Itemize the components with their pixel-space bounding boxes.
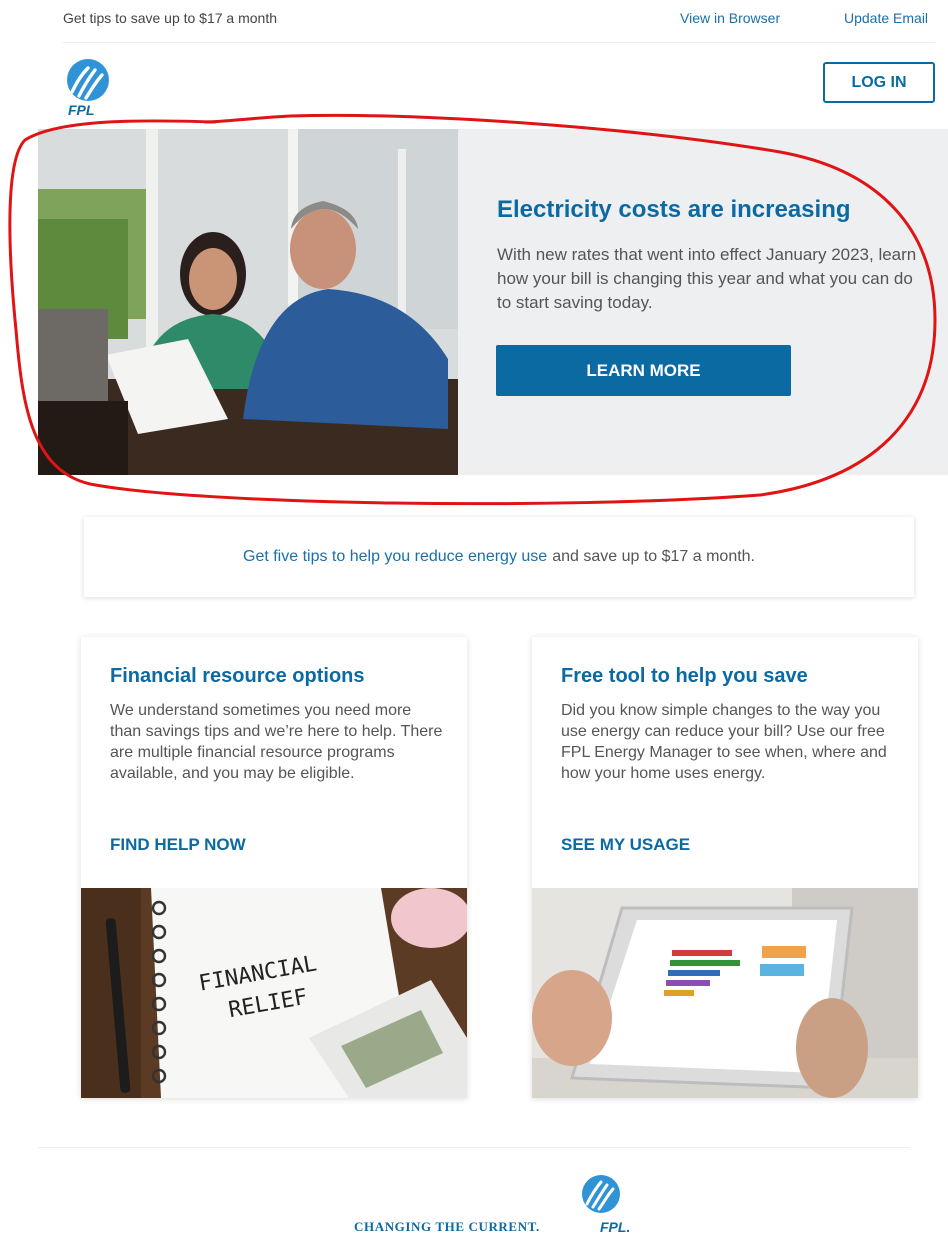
log-in-button[interactable]: LOG IN: [823, 62, 935, 103]
divider: [63, 42, 935, 43]
financial-relief-photo: FINANCIAL RELIEF: [81, 888, 467, 1098]
footer-logo-icon: [580, 1174, 622, 1214]
view-in-browser-link[interactable]: View in Browser: [680, 10, 780, 26]
preheader: Get tips to save up to $17 a month View …: [0, 0, 948, 40]
energy-tips-banner: Get five tips to help you reduce energy …: [84, 517, 914, 597]
financial-card-body: We understand sometimes you need more th…: [110, 702, 443, 782]
tool-card-title: Free tool to help you save: [561, 665, 808, 687]
red-annotation-circle: [8, 113, 937, 506]
tablet-energy-manager-photo: [532, 888, 918, 1098]
energy-tips-link[interactable]: Get five tips to help you reduce energy …: [243, 548, 547, 566]
financial-resources-card: Financial resource options We understand…: [81, 637, 467, 1098]
update-email-link[interactable]: Update Email: [844, 10, 928, 26]
energy-tool-card: Free tool to help you save Did you know …: [532, 637, 918, 1098]
footer-divider: [38, 1147, 910, 1148]
footer-fpl-wordmark: FPL.: [600, 1219, 631, 1235]
energy-tips-text: and save up to $17 a month.: [552, 548, 755, 565]
tool-card-body: Did you know simple changes to the way y…: [561, 702, 887, 782]
preheader-tip: Get tips to save up to $17 a month: [63, 10, 278, 26]
see-my-usage-link[interactable]: SEE MY USAGE: [561, 835, 690, 855]
footer-tagline: CHANGING THE CURRENT.: [354, 1219, 540, 1234]
find-help-now-link[interactable]: FIND HELP NOW: [110, 835, 246, 855]
financial-card-title: Financial resource options: [110, 665, 365, 687]
